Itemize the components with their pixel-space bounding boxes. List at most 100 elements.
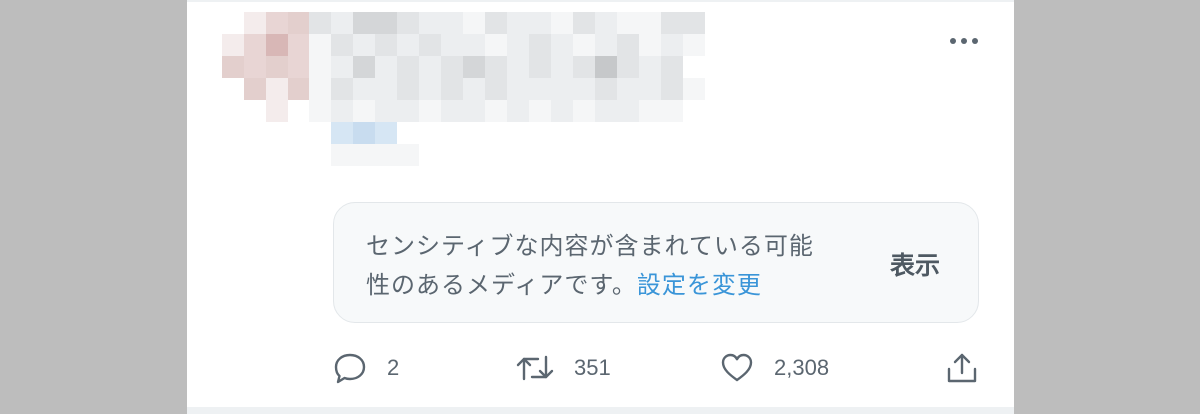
mosaic-pixel (639, 122, 661, 144)
mosaic-pixel (595, 78, 617, 100)
mosaic-pixel (485, 12, 507, 34)
mosaic-pixel (683, 56, 705, 78)
mosaic-pixel (397, 144, 419, 166)
mosaic-pixel (485, 122, 507, 144)
mosaic-pixel (617, 56, 639, 78)
mosaic-pixel (266, 78, 288, 100)
mosaic-pixel (222, 34, 244, 56)
mosaic-pixel (244, 12, 266, 34)
mosaic-pixel (639, 34, 661, 56)
reply-button[interactable]: 2 (333, 346, 399, 390)
mosaic-pixel (507, 34, 529, 56)
mosaic-pixel (595, 122, 617, 144)
share-button[interactable] (945, 346, 979, 390)
mosaic-pixel (617, 12, 639, 34)
mosaic-pixel (397, 34, 419, 56)
mosaic-pixel (266, 34, 288, 56)
mosaic-pixel (309, 122, 331, 144)
mosaic-pixel (485, 34, 507, 56)
mosaic-pixel (375, 144, 397, 166)
mosaic-pixel (617, 122, 639, 144)
mosaic-pixel (222, 78, 244, 100)
mosaic-pixel (705, 34, 727, 56)
mosaic-pixel (375, 122, 397, 144)
mosaic-pixel (595, 144, 617, 166)
mosaic-pixel (288, 56, 310, 78)
retweet-count: 351 (574, 355, 611, 380)
mosaic-pixel (705, 56, 727, 78)
mosaic-pixel (309, 34, 331, 56)
mosaic-pixel (617, 144, 639, 166)
mosaic-pixel (353, 122, 375, 144)
more-options-button[interactable] (948, 30, 980, 52)
mosaic-pixel (705, 100, 727, 122)
mosaic-pixel (595, 56, 617, 78)
mosaic-pixel (397, 56, 419, 78)
change-settings-link[interactable]: 設定を変更 (637, 271, 762, 299)
sensitive-notice-text: センシティブな内容が含まれている可能性のあるメディアです。設定を変更 (366, 227, 836, 305)
tweet-body-pixelated (309, 12, 727, 166)
share-icon (947, 353, 977, 383)
mosaic-pixel (463, 144, 485, 166)
mosaic-pixel (441, 100, 463, 122)
mosaic-pixel (266, 56, 288, 78)
mosaic-pixel (397, 100, 419, 122)
divider (187, 0, 1014, 2)
mosaic-pixel (441, 144, 463, 166)
mosaic-pixel (485, 100, 507, 122)
more-horizontal-icon (950, 38, 978, 44)
mosaic-pixel (617, 100, 639, 122)
mosaic-pixel (419, 12, 441, 34)
mosaic-pixel (441, 56, 463, 78)
mosaic-pixel (353, 56, 375, 78)
mosaic-pixel (661, 144, 683, 166)
mosaic-pixel (551, 144, 573, 166)
mosaic-pixel (353, 78, 375, 100)
mosaic-pixel (529, 34, 551, 56)
mosaic-pixel (463, 34, 485, 56)
retweet-button[interactable]: 351 (516, 346, 611, 390)
mosaic-pixel (266, 12, 288, 34)
mosaic-pixel (595, 12, 617, 34)
mosaic-pixel (551, 56, 573, 78)
divider (187, 407, 1014, 414)
mosaic-pixel (375, 56, 397, 78)
mosaic-pixel (244, 56, 266, 78)
mosaic-pixel (244, 100, 266, 122)
mosaic-pixel (661, 100, 683, 122)
mosaic-pixel (529, 122, 551, 144)
like-button[interactable]: 2,308 (720, 346, 829, 390)
mosaic-pixel (331, 144, 353, 166)
mosaic-pixel (441, 12, 463, 34)
mosaic-pixel (639, 12, 661, 34)
tweet-card[interactable]: センシティブな内容が含まれている可能性のあるメディアです。設定を変更 表示 2 … (187, 0, 1014, 414)
heart-icon (721, 353, 753, 382)
mosaic-pixel (222, 12, 244, 34)
mosaic-pixel (419, 78, 441, 100)
mosaic-pixel (331, 34, 353, 56)
mosaic-pixel (485, 144, 507, 166)
sensitive-media-notice: センシティブな内容が含まれている可能性のあるメディアです。設定を変更 表示 (333, 202, 979, 323)
mosaic-pixel (397, 78, 419, 100)
mosaic-pixel (683, 122, 705, 144)
mosaic-pixel (507, 78, 529, 100)
mosaic-pixel (375, 100, 397, 122)
mosaic-pixel (683, 34, 705, 56)
show-media-button[interactable]: 表示 (890, 246, 940, 282)
mosaic-pixel (397, 122, 419, 144)
reply-count: 2 (387, 355, 400, 380)
mosaic-pixel (419, 100, 441, 122)
mosaic-pixel (331, 78, 353, 100)
mosaic-pixel (661, 12, 683, 34)
mosaic-pixel (529, 144, 551, 166)
mosaic-pixel (595, 100, 617, 122)
mosaic-pixel (288, 78, 310, 100)
mosaic-pixel (485, 56, 507, 78)
mosaic-pixel (419, 34, 441, 56)
mosaic-pixel (244, 34, 266, 56)
mosaic-pixel (288, 100, 310, 122)
mosaic-pixel (551, 122, 573, 144)
mosaic-pixel (507, 12, 529, 34)
mosaic-pixel (661, 34, 683, 56)
mosaic-pixel (222, 56, 244, 78)
